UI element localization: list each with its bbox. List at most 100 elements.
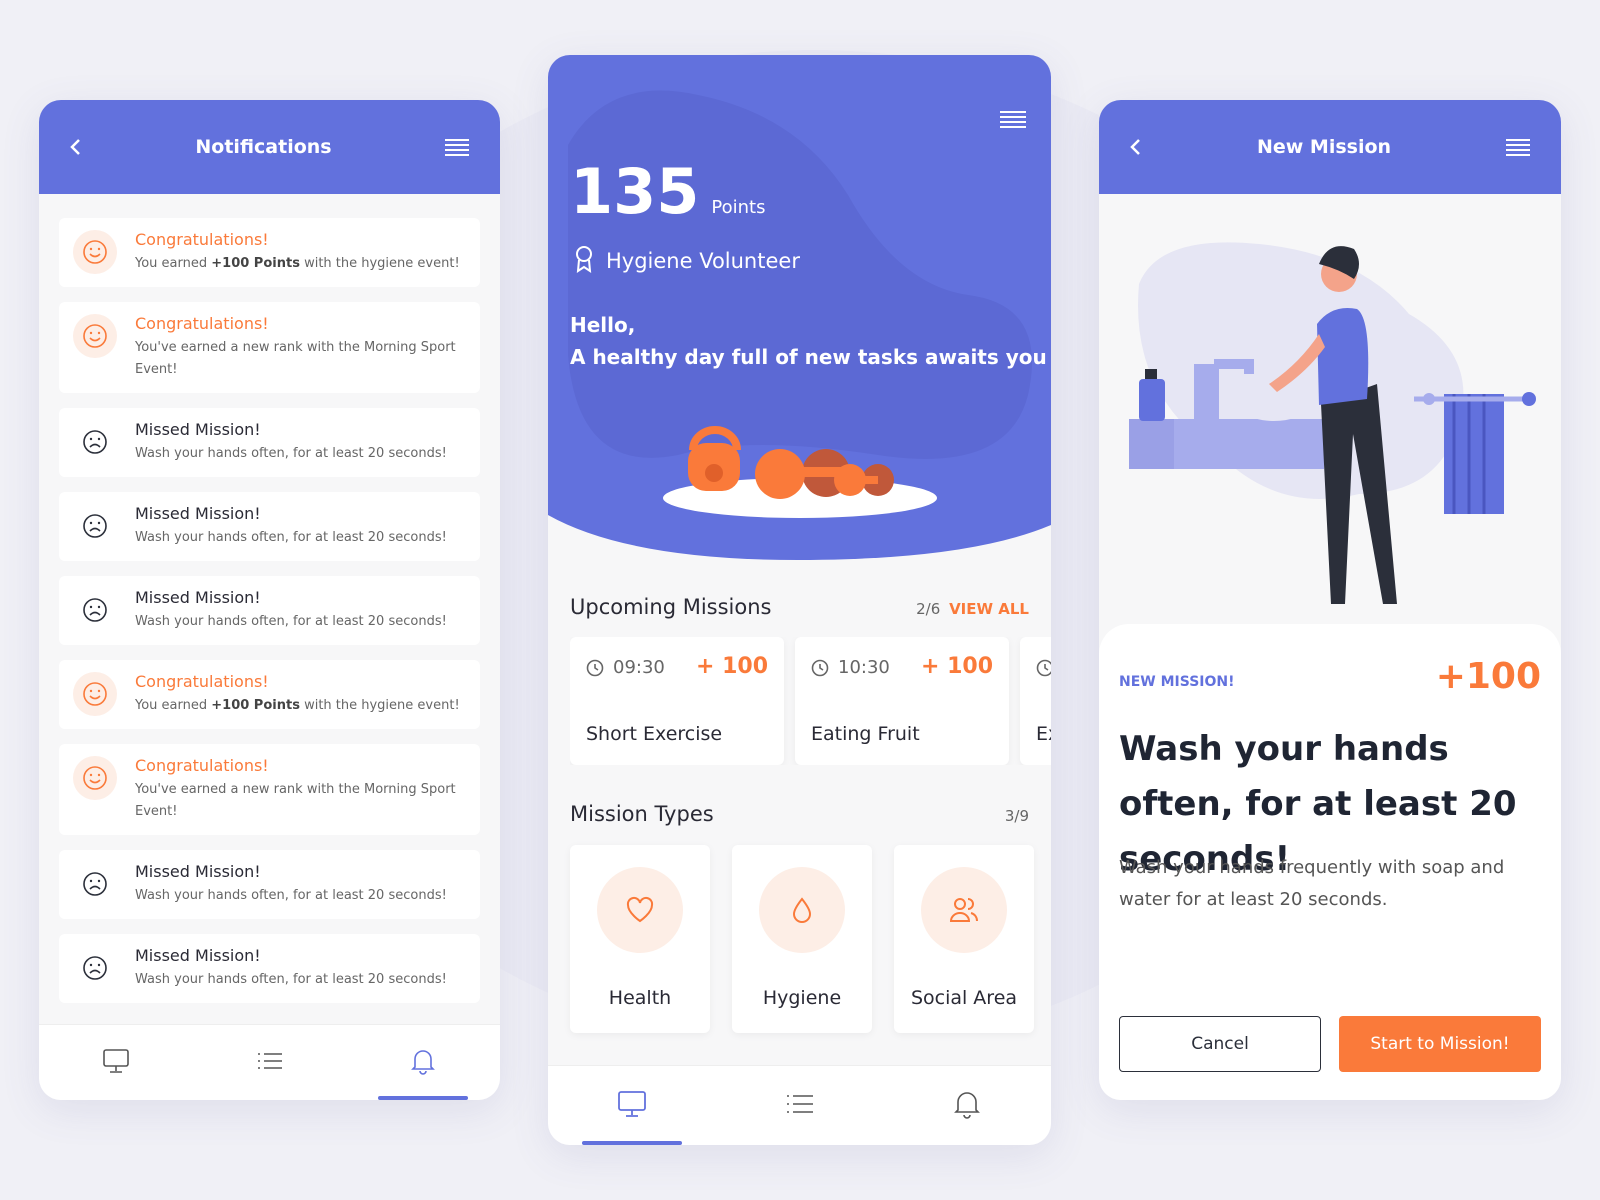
notification-item[interactable]: Congratulations! You earned +100 Points … — [59, 660, 480, 729]
notification-title: Missed Mission! — [135, 420, 261, 439]
start-mission-button[interactable]: Start to Mission! — [1339, 1016, 1541, 1072]
mission-card[interactable]: 10:30 + 100 Eating Fruit — [795, 637, 1009, 765]
home-screen: 135 Points Hygiene Volunteer Hello, A he… — [548, 55, 1051, 1145]
notification-body: You've earned a new rank with the Mornin… — [135, 779, 466, 823]
cancel-button[interactable]: Cancel — [1119, 1016, 1321, 1072]
tab-bar — [548, 1065, 1051, 1145]
monitor-icon — [617, 1090, 647, 1122]
mission-time: 10:30 — [838, 657, 890, 678]
notification-item[interactable]: Missed Mission! Wash your hands often, f… — [59, 576, 480, 645]
sad-face-icon — [73, 504, 117, 548]
notification-item[interactable]: Missed Mission! Wash your hands often, f… — [59, 492, 480, 561]
notification-body: Wash your hands often, for at least 20 s… — [135, 969, 447, 991]
mission-time: 09:30 — [613, 657, 665, 678]
smile-icon — [73, 756, 117, 800]
body-text: Wash your hands often, for at least 20 s… — [135, 530, 447, 545]
mission-type-card[interactable]: Hygiene — [732, 845, 872, 1033]
bell-icon — [953, 1089, 981, 1123]
notifications-screen: Notifications Congratulations! You earne… — [39, 100, 500, 1100]
notification-title: Congratulations! — [135, 756, 269, 775]
new-mission-tag: NEW MISSION! — [1119, 674, 1235, 690]
notification-item[interactable]: Missed Mission! Wash your hands often, f… — [59, 850, 480, 919]
tab-notifications[interactable] — [883, 1066, 1051, 1145]
mission-points: + 100 — [695, 654, 768, 679]
handwashing-illustration — [1129, 242, 1536, 604]
mission-points: + 100 — [920, 654, 993, 679]
mission-type-label: Hygiene — [762, 987, 842, 1009]
body-text-end: with the hygiene event! — [299, 698, 460, 713]
tab-notifications[interactable] — [346, 1025, 500, 1100]
list-icon — [786, 1093, 814, 1119]
notification-body: Wash your hands often, for at least 20 s… — [135, 527, 447, 549]
notification-title: Congratulations! — [135, 230, 269, 249]
menu-icon[interactable] — [999, 110, 1027, 130]
clock-icon — [586, 659, 604, 681]
back-icon[interactable] — [69, 137, 83, 157]
notification-item[interactable]: Congratulations! You've earned a new ran… — [59, 744, 480, 835]
notification-body: You've earned a new rank with the Mornin… — [135, 337, 466, 381]
active-tab-indicator — [378, 1096, 469, 1100]
body-text: You've earned a new rank with the Mornin… — [135, 340, 456, 377]
tab-bar — [39, 1024, 500, 1100]
menu-icon[interactable] — [444, 138, 470, 156]
greeting: Hello, — [570, 313, 636, 337]
body-text: Wash your hands often, for at least 20 s… — [135, 972, 447, 987]
notification-item[interactable]: Missed Mission! Wash your hands often, f… — [59, 934, 480, 1003]
view-all-link[interactable]: VIEW ALL — [949, 600, 1029, 618]
heart-icon — [597, 867, 683, 953]
points-value: 135 — [570, 155, 700, 228]
mission-detail-card: NEW MISSION! +100 Wash your hands often,… — [1099, 624, 1561, 1100]
body-bold: +100 Points — [211, 698, 300, 713]
body-text: Wash your hands often, for at least 20 s… — [135, 446, 447, 461]
tab-dashboard[interactable] — [548, 1066, 716, 1145]
sad-face-icon — [73, 420, 117, 464]
body-bold: +100 Points — [211, 256, 300, 271]
notification-item[interactable]: Congratulations! You earned +100 Points … — [59, 218, 480, 287]
body-text: Wash your hands often, for at least 20 s… — [135, 614, 447, 629]
menu-icon[interactable] — [1505, 138, 1531, 156]
notification-body: You earned +100 Points with the hygiene … — [135, 253, 460, 275]
notification-title: Missed Mission! — [135, 862, 261, 881]
drop-icon — [759, 867, 845, 953]
mission-name: Ex — [1036, 723, 1051, 745]
badge-icon — [574, 245, 594, 277]
sad-face-icon — [73, 588, 117, 632]
notification-item[interactable]: Missed Mission! Wash your hands often, f… — [59, 408, 480, 477]
notification-body: Wash your hands often, for at least 20 s… — [135, 611, 447, 633]
body-text: You earned — [135, 256, 212, 271]
notification-body: Wash your hands often, for at least 20 s… — [135, 885, 447, 907]
mission-card[interactable]: 09:30 + 100 Short Exercise — [570, 637, 784, 765]
notification-body: You earned +100 Points with the hygiene … — [135, 695, 460, 717]
body-text: Wash your hands often, for at least 20 s… — [135, 888, 447, 903]
smile-icon — [73, 672, 117, 716]
mission-type-label: Health — [608, 987, 672, 1009]
notification-item[interactable]: Congratulations! You've earned a new ran… — [59, 302, 480, 393]
back-icon[interactable] — [1129, 137, 1143, 157]
list-icon — [257, 1051, 283, 1075]
notification-title: Missed Mission! — [135, 504, 261, 523]
tab-list[interactable] — [193, 1025, 347, 1100]
page-title: New Mission — [1256, 136, 1392, 158]
tab-list[interactable] — [716, 1066, 884, 1145]
mission-type-card[interactable]: Social Area — [894, 845, 1034, 1033]
people-icon — [921, 867, 1007, 953]
mission-description: Wash your hands frequently with soap and… — [1119, 857, 1505, 910]
page-title: Notifications — [195, 136, 332, 158]
mission-types-title: Mission Types — [570, 802, 714, 826]
mission-type-card[interactable]: Health — [570, 845, 710, 1033]
clock-icon — [811, 659, 829, 681]
tab-dashboard[interactable] — [39, 1025, 193, 1100]
points-label: Points — [711, 197, 766, 218]
mission-types-count: 3/9 — [1004, 807, 1029, 825]
upcoming-missions-list: 09:30 + 100 Short Exercise 10:30 + 100 E… — [570, 637, 1051, 765]
notification-title: Congratulations! — [135, 672, 269, 691]
smile-icon — [73, 230, 117, 274]
mission-types-list: Health Hygiene Social Area — [570, 845, 1034, 1033]
smile-icon — [73, 314, 117, 358]
mission-points: +100 — [1435, 656, 1541, 697]
notification-list: Congratulations! You earned +100 Points … — [39, 194, 500, 1003]
mission-card[interactable]: Ex — [1020, 637, 1051, 765]
body-text: You earned — [135, 698, 212, 713]
mission-name: Eating Fruit — [811, 723, 920, 745]
upcoming-missions-title: Upcoming Missions — [570, 595, 772, 619]
